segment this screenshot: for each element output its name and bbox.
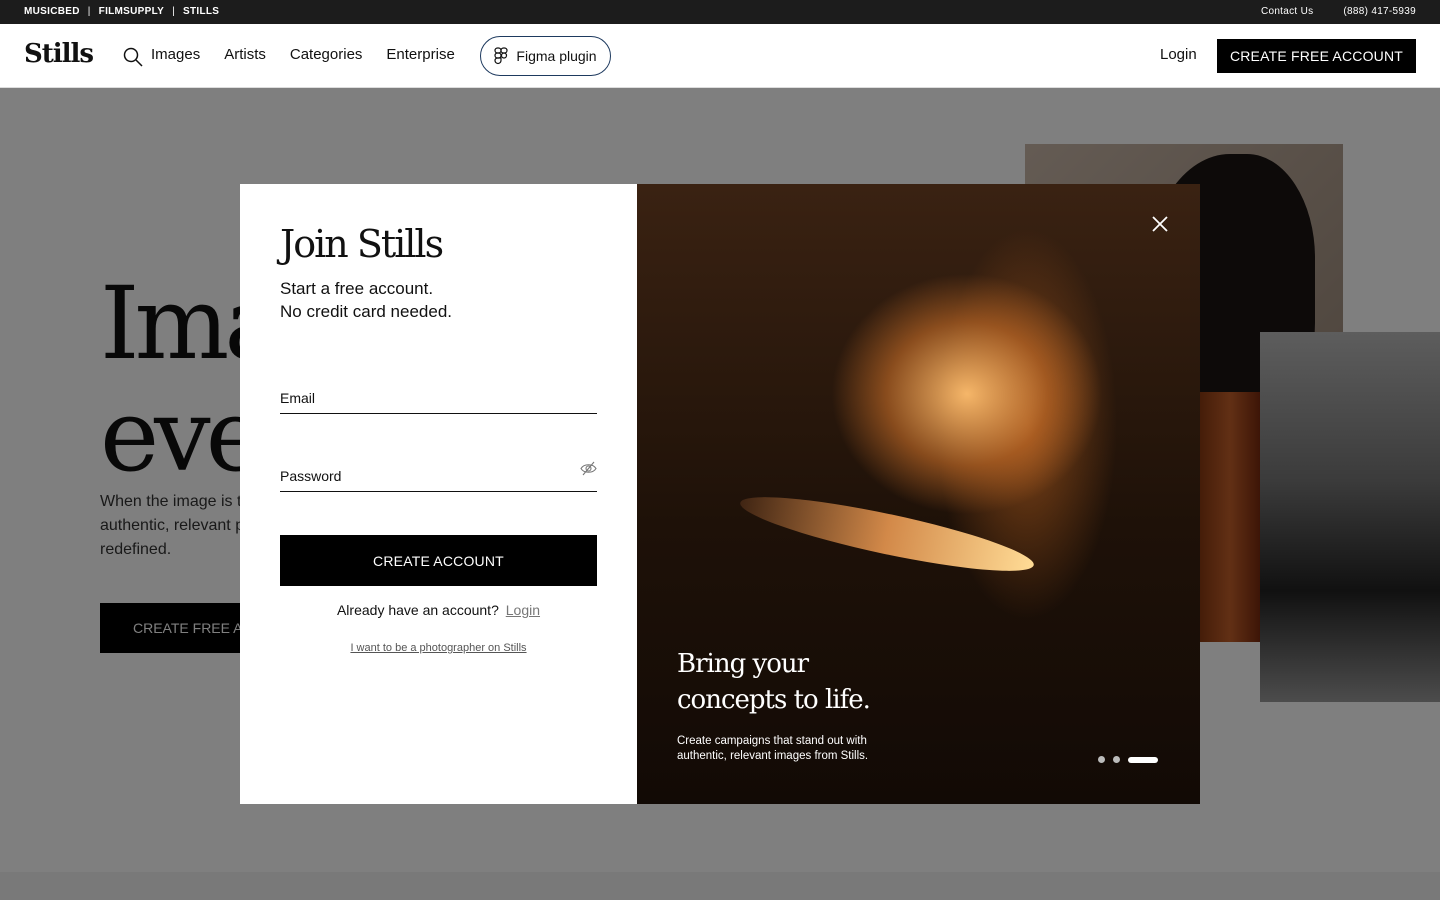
create-account-button[interactable]: CREATE ACCOUNT [280,535,597,586]
photographer-link[interactable]: I want to be a photographer on Stills [240,642,637,654]
eye-slash-icon[interactable] [580,460,597,477]
carousel-dot[interactable] [1098,756,1105,763]
modal-title: Join Stills [280,222,444,266]
promo-title: Bring your concepts to life. [677,646,871,718]
create-free-account-button[interactable]: CREATE FREE ACCOUNT [1217,39,1416,73]
top-brand-bar: MUSICBED | FILMSUPPLY | STILLS Contact U… [0,0,1440,24]
promo-text: Create campaigns that stand out with aut… [677,735,869,762]
password-input[interactable] [280,460,597,491]
nav-artists[interactable]: Artists [224,46,266,63]
nav-categories[interactable]: Categories [290,46,363,63]
already-text: Already have an account? [336,602,499,618]
already-have-account: Already have an account? Login [240,602,637,618]
email-field[interactable]: Email [280,382,597,414]
promo-title-line2: concepts to life. [677,685,871,715]
email-input[interactable] [280,382,597,413]
nav-enterprise[interactable]: Enterprise [386,46,454,63]
login-link[interactable]: Login [1160,46,1197,63]
brand-musicbed[interactable]: MUSICBED [24,6,80,17]
modal-subtitle: Start a free account. No credit card nee… [280,277,452,323]
brand-stills[interactable]: STILLS [183,6,219,17]
contact-info: Contact Us (888) 417-5939 [1261,6,1416,17]
modal-login-link[interactable]: Login [506,602,540,618]
brand-filmsupply[interactable]: FILMSUPPLY [99,6,164,17]
stills-logo[interactable]: Stills [24,39,94,69]
contact-us-link[interactable]: Contact Us [1261,6,1313,17]
brand-links: MUSICBED | FILMSUPPLY | STILLS [24,6,219,17]
figma-icon [494,47,509,65]
promo-image-panel: Bring your concepts to life. Create camp… [637,184,1200,804]
signup-form-panel: Join Stills Start a free account. No cre… [240,184,637,804]
promo-title-line1: Bring your [677,649,809,679]
phone-link[interactable]: (888) 417-5939 [1343,6,1416,17]
password-field[interactable]: Password [280,460,597,492]
carousel-dots [1098,756,1158,763]
close-icon[interactable] [1150,214,1170,234]
signup-modal: Join Stills Start a free account. No cre… [240,184,1200,804]
carousel-dot-active[interactable] [1128,756,1158,763]
main-nav: Stills Images Artists Categories Enterpr… [0,24,1440,88]
underwater-swimmer-image [736,483,1038,585]
figma-plugin-label: Figma plugin [516,48,597,64]
search-icon[interactable] [123,47,143,67]
figma-plugin-button[interactable]: Figma plugin [480,36,611,76]
carousel-dot[interactable] [1113,756,1120,763]
modal-subtitle-line2: No credit card needed. [280,302,452,321]
nav-links: Images Artists Categories Enterprise [151,46,479,63]
modal-subtitle-line1: Start a free account. [280,279,434,298]
brand-separator: | [87,6,91,17]
brand-separator: | [172,6,175,17]
nav-images[interactable]: Images [151,46,200,63]
